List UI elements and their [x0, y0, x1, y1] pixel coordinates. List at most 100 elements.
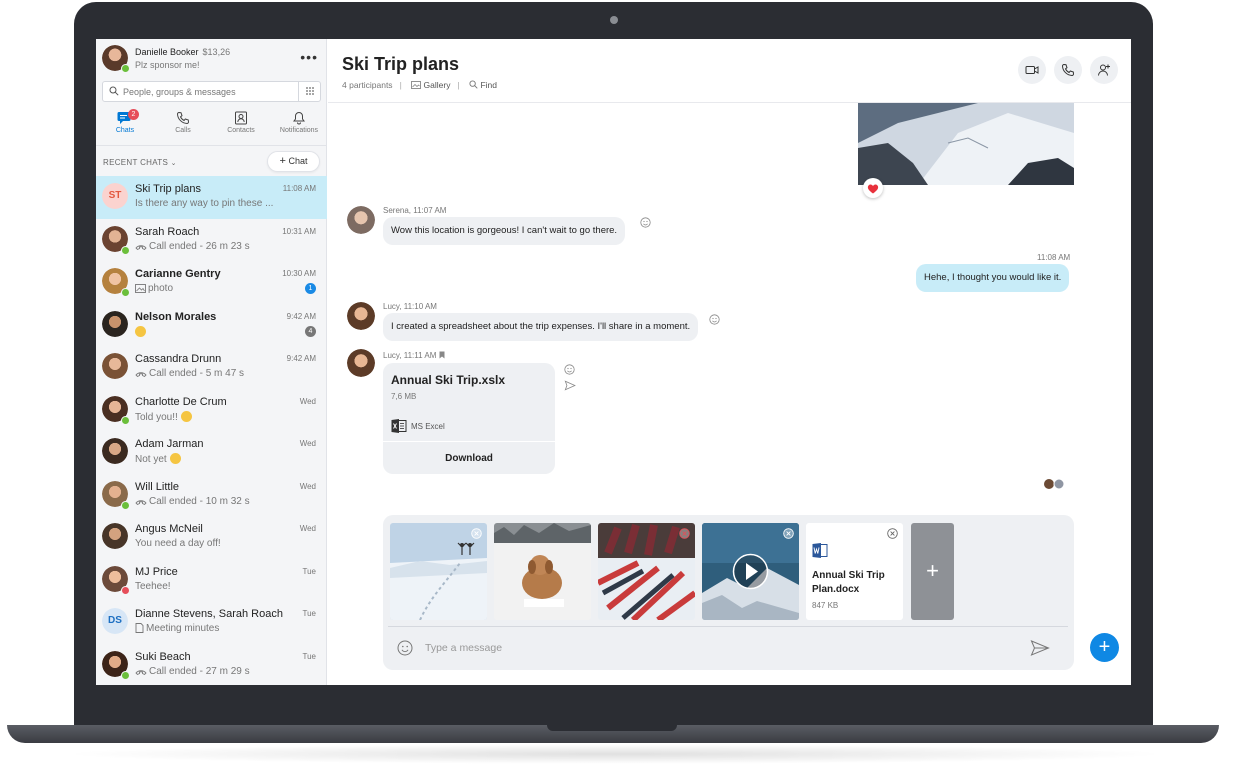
remove-attachment-icon[interactable] [679, 528, 690, 539]
chat-preview: Call ended - 26 m 23 s [135, 241, 285, 252]
avatar-lucy[interactable] [347, 302, 375, 330]
new-chat-button[interactable]: + Chat [267, 151, 320, 172]
chat-time: Wed [299, 481, 316, 491]
chat-title: Carianne Gentry [135, 268, 221, 280]
send-icon[interactable] [1030, 639, 1050, 657]
chat-item-angus-mcneil[interactable]: Angus McNeil Wed You need a day off! [96, 516, 327, 559]
message-sender: Lucy, 11:11 AM [383, 351, 445, 360]
laptop-frame: Danielle Booker $13,26 Plz sponsor me! ••… [74, 2, 1153, 730]
chat-title: Sarah Roach [135, 225, 200, 238]
dialpad-icon [306, 87, 314, 95]
search-input[interactable] [123, 85, 293, 99]
avatar-serena[interactable] [347, 206, 375, 234]
presence-dot [121, 288, 130, 297]
chat-title: Cassandra Drunn [135, 353, 222, 365]
message-area: Serena, 11:07 AM Wow this location is go… [328, 103, 1131, 515]
chat-title: Dianne Stevens, Sarah Roach [135, 608, 283, 620]
contacts-icon [235, 111, 247, 125]
avatar-lucy[interactable] [347, 349, 375, 377]
find-link[interactable]: Find [469, 80, 497, 90]
add-content-button[interactable]: + [1090, 633, 1119, 662]
chat-time: 9:42 AM [286, 311, 316, 321]
search-box[interactable] [102, 81, 321, 102]
file-name: Annual Ski Trip.xslx [391, 373, 506, 387]
chat-item-mj-price[interactable]: MJ Price Tue Teehee! [96, 559, 327, 602]
search-icon [109, 86, 119, 96]
message-bubble-own[interactable]: Hehe, I thought you would like it. [916, 264, 1070, 292]
chat-item-ski-trip-plans[interactable]: ST Ski Trip plans 11:08 AM Is there any … [96, 176, 327, 219]
attachment-snow-people[interactable] [390, 523, 487, 620]
unread-badge: 1 [305, 283, 316, 294]
add-reaction-icon[interactable] [640, 217, 651, 228]
chat-item-carianne-gentry[interactable]: Carianne Gentry 10:30 AM photo 1 [96, 261, 327, 304]
chat-time: Tue [302, 609, 317, 618]
chat-item-dianne-stevens-sarah-roach[interactable]: DS Dianne Stevens, Sarah Roach Tue Meeti… [96, 601, 327, 644]
chat-title: Nelson Morales [135, 310, 217, 323]
call-ended-icon [135, 244, 147, 250]
chevron-down-icon: ⌄ [170, 160, 177, 167]
skype-window: Danielle Booker $13,26 Plz sponsor me! ••… [96, 39, 1131, 685]
audio-call-button[interactable] [1054, 56, 1082, 84]
file-card[interactable]: Annual Ski Trip.xslx 7,6 MB MS Excel Dow… [383, 363, 555, 474]
chat-preview: photo [135, 283, 285, 294]
forward-icon[interactable] [564, 380, 576, 391]
recent-chats-filter[interactable]: RECENT CHATS ⌄ [103, 158, 177, 167]
remove-attachment-icon[interactable] [783, 528, 794, 539]
call-ended-icon [135, 499, 147, 505]
emoji-picker-icon[interactable] [397, 640, 413, 656]
message-input[interactable] [425, 640, 985, 656]
chat-item-charlotte-de-crum[interactable]: Charlotte De Crum Wed Told you!! [96, 389, 327, 432]
download-button[interactable]: Download [383, 441, 555, 474]
read-receipts [1043, 477, 1071, 495]
attachment-video[interactable] [702, 523, 799, 620]
chat-title: MJ Price [135, 565, 178, 578]
tongue-emoji-icon [180, 410, 192, 422]
message-bubble[interactable]: I created a spreadsheet about the trip e… [383, 313, 699, 341]
remove-attachment-icon[interactable] [471, 528, 482, 539]
bell-icon [293, 111, 305, 125]
shared-photo-mountain[interactable] [858, 103, 1074, 185]
add-reaction-icon[interactable] [564, 364, 575, 375]
attachment-file-name: Annual Ski Trip Plan.docx [812, 570, 885, 595]
add-attachment-button[interactable]: + [911, 523, 954, 620]
chat-item-sarah-roach[interactable]: Sarah Roach 10:31 AM Call ended - 26 m 2… [96, 219, 327, 262]
chat-time: Tue [302, 651, 317, 661]
profile-status[interactable]: Plz sponsor me! [135, 60, 200, 70]
tab-label: Chats [115, 127, 135, 134]
chat-time: Tue [302, 566, 317, 576]
call-ended-icon [135, 669, 147, 675]
profile-header[interactable]: Danielle Booker $13,26 Plz sponsor me! ••… [102, 45, 322, 75]
attachment-document[interactable]: Annual Ski Trip Plan.docx 847 KB [806, 523, 903, 620]
chat-item-adam-jarman[interactable]: Adam Jarman Wed Not yet [96, 431, 327, 474]
chat-item-will-little[interactable]: Will Little Wed Call ended - 10 m 32 s [96, 474, 327, 517]
chat-item-nelson-morales[interactable]: Nelson Morales 9:42 AM 4 [96, 304, 327, 347]
gallery-icon [411, 81, 422, 89]
main-nav: 2 Chats Calls Contacts Notifications [96, 109, 327, 145]
remove-attachment-icon[interactable] [887, 528, 898, 539]
document-icon [135, 623, 144, 633]
tab-chats[interactable]: 2 Chats [96, 109, 154, 143]
laptop-shadow [60, 744, 1170, 764]
video-call-button[interactable] [1018, 56, 1046, 84]
presence-dot [121, 585, 130, 595]
presence-dot [121, 64, 130, 73]
heart-reaction[interactable] [863, 178, 883, 198]
chat-item-suki-beach[interactable]: Suki Beach Tue Call ended - 27 m 29 s [96, 644, 327, 686]
attachment-dog[interactable] [494, 523, 591, 620]
dialpad-button[interactable] [298, 82, 320, 101]
sidebar: Danielle Booker $13,26 Plz sponsor me! ••… [96, 39, 327, 685]
message-bubble[interactable]: Wow this location is gorgeous! I can't w… [383, 217, 626, 245]
phone-icon [176, 111, 190, 125]
tab-contacts[interactable]: Contacts [212, 109, 270, 143]
attachment-skis[interactable] [598, 523, 695, 620]
add-participant-button[interactable] [1090, 56, 1118, 84]
more-options-icon[interactable]: ••• [300, 49, 318, 65]
participants-link[interactable]: 4 participants [342, 80, 393, 90]
add-person-icon [1098, 64, 1110, 76]
party-emoji-icon [135, 325, 146, 337]
gallery-link[interactable]: Gallery [411, 80, 450, 90]
chat-item-cassandra-drunn[interactable]: Cassandra Drunn 9:42 AM Call ended - 5 m… [96, 346, 327, 389]
add-reaction-icon[interactable] [709, 314, 720, 325]
tab-calls[interactable]: Calls [154, 109, 212, 143]
tab-notifications[interactable]: Notifications [270, 109, 328, 143]
